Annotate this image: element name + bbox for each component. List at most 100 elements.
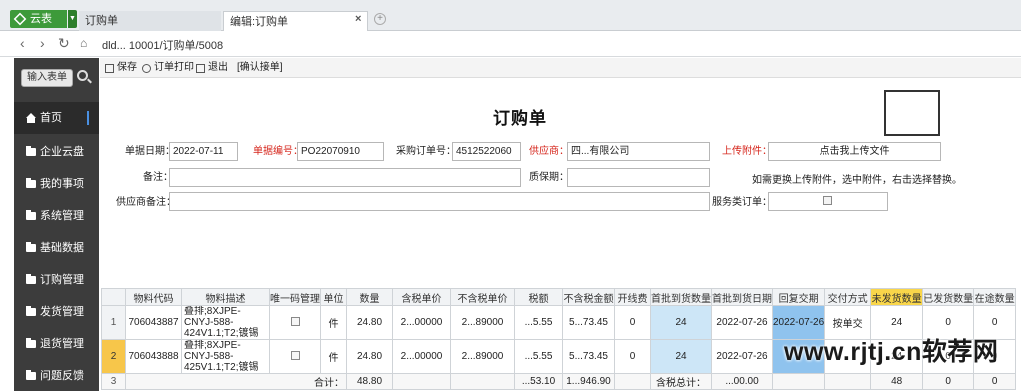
forward-icon[interactable]: › <box>40 35 45 51</box>
sidebar-item-label: 发货管理 <box>40 306 84 318</box>
first-qty-cell[interactable]: 24 <box>650 339 712 374</box>
col-header[interactable]: 唯一码管理 <box>269 288 321 306</box>
close-tab-icon[interactable]: × <box>355 13 361 25</box>
doc-no-field[interactable]: PO22070910 <box>297 142 384 161</box>
col-header[interactable]: 不含税单价 <box>450 288 515 306</box>
first-date-cell[interactable]: 2022-07-26 <box>711 305 773 340</box>
address-bar: ‹ › ↻ ⌂ dld... 10001/订购单/5008 <box>0 31 1021 57</box>
tax-total-label: 含税总计： <box>650 373 712 390</box>
page-title: 订购单 <box>493 109 547 128</box>
amount-notax-cell[interactable]: 5...73.45 <box>562 339 615 374</box>
print-label: 订单打印 <box>154 62 194 73</box>
sidebar-item-label: 企业云盘 <box>40 146 84 158</box>
price-tax-cell[interactable]: 2...00000 <box>392 305 451 340</box>
material-code-cell[interactable]: 706043887 <box>125 305 182 340</box>
col-header[interactable]: 数量 <box>346 288 393 306</box>
tax-cell[interactable]: ...5.55 <box>514 339 563 374</box>
brand-button[interactable]: 云表 <box>10 10 67 28</box>
tab-order-list[interactable]: 订购单 <box>79 11 221 31</box>
confirm-order-button[interactable]: [确认接单] <box>225 61 283 75</box>
supplier-field[interactable]: 四...有限公司 <box>567 142 710 161</box>
form-search-button[interactable]: 输入表单 <box>21 69 73 87</box>
qty-cell[interactable]: 24.80 <box>346 339 393 374</box>
price-notax-cell[interactable]: 2...89000 <box>450 339 515 374</box>
brand-dropdown-icon[interactable]: ▼ <box>68 10 77 28</box>
refresh-icon[interactable]: ↻ <box>58 35 70 51</box>
amount-notax-cell[interactable]: 5...73.45 <box>562 305 615 340</box>
col-header[interactable]: 首批到货日期 <box>711 288 773 306</box>
save-button[interactable]: 保存 <box>105 61 137 75</box>
sidebar-item-label: 问题反馈 <box>40 370 84 382</box>
col-header[interactable]: 含税单价 <box>392 288 451 306</box>
new-tab-icon[interactable]: + <box>374 13 386 25</box>
line-fee-cell[interactable]: 0 <box>614 305 651 340</box>
sidebar-item-base-data[interactable]: 基础数据 <box>14 232 99 264</box>
empty-cell <box>824 373 872 390</box>
first-date-cell[interactable]: 2022-07-26 <box>711 339 773 374</box>
print-order-button[interactable]: 订单打印 <box>142 61 194 75</box>
home-icon <box>26 113 36 123</box>
col-header[interactable]: 单位 <box>320 288 347 306</box>
home-icon[interactable]: ⌂ <box>80 35 87 51</box>
qty-cell[interactable]: 24.80 <box>346 305 393 340</box>
unique-code-cell[interactable] <box>269 339 321 374</box>
tab-edit-order[interactable]: 编辑:订购单 <box>223 11 368 31</box>
sidebar-item-shipping[interactable]: 发货管理 <box>14 296 99 328</box>
row-number[interactable]: 2 <box>101 339 126 374</box>
remark-field[interactable] <box>169 168 521 187</box>
service-order-label: 服务类订单： <box>712 197 772 208</box>
price-tax-cell[interactable]: 2...00000 <box>392 339 451 374</box>
tax-cell[interactable]: ...5.55 <box>514 305 563 340</box>
col-header[interactable]: 开线费 <box>614 288 651 306</box>
address-url[interactable]: dld... 10001/订购单/5008 <box>102 37 223 53</box>
col-header[interactable]: 已发货数量 <box>922 288 975 306</box>
unit-cell[interactable]: 件 <box>320 305 347 340</box>
supplier-label: 供应商： <box>529 146 569 157</box>
empty-cell <box>450 373 515 390</box>
col-header[interactable]: 不含税金额 <box>562 288 615 306</box>
sidebar-item-returns[interactable]: 退货管理 <box>14 328 99 360</box>
unique-code-checkbox[interactable] <box>290 350 300 360</box>
material-desc-cell[interactable]: 叠排;8XJPE-CNYJ-588-425V1.1;T2;镀锡 <box>181 339 270 374</box>
unique-code-cell[interactable] <box>269 305 321 340</box>
total-transit: 0 <box>973 373 1017 390</box>
col-header[interactable]: 物料描述 <box>181 288 270 306</box>
col-header[interactable]: 物料代码 <box>125 288 182 306</box>
attachment-label: 上传附件： <box>722 146 772 157</box>
sidebar-item-feedback[interactable]: 问题反馈 <box>14 360 99 391</box>
upload-file-button[interactable]: 点击我上传文件 <box>768 142 941 161</box>
col-header[interactable]: 在途数量 <box>973 288 1017 306</box>
col-header[interactable]: 未发货数量 <box>870 288 924 306</box>
back-icon[interactable]: ‹ <box>20 35 25 51</box>
browser-tab-bar: 云表 ▼ 订购单 编辑:订购单 × + <box>0 0 1021 31</box>
sidebar-item-system[interactable]: 系统管理 <box>14 200 99 232</box>
line-fee-cell[interactable]: 0 <box>614 339 651 374</box>
col-header[interactable]: 税额 <box>514 288 563 306</box>
price-notax-cell[interactable]: 2...89000 <box>450 305 515 340</box>
folder-icon <box>26 370 36 380</box>
exit-button[interactable]: 退出 <box>196 61 228 75</box>
warranty-field[interactable] <box>567 168 710 187</box>
doc-date-field[interactable]: 2022-07-11 <box>169 142 238 161</box>
material-code-cell[interactable]: 706043888 <box>125 339 182 374</box>
sidebar-item-cloud-disk[interactable]: 企业云盘 <box>14 136 99 168</box>
unique-code-checkbox[interactable] <box>290 316 300 326</box>
warranty-label: 质保期： <box>529 172 569 183</box>
service-order-checkbox[interactable] <box>823 196 832 205</box>
col-header[interactable]: 交付方式 <box>824 288 872 306</box>
folder-icon <box>26 210 36 220</box>
unit-cell[interactable]: 件 <box>320 339 347 374</box>
col-header[interactable]: 回复交期 <box>771 288 826 306</box>
first-qty-cell[interactable]: 24 <box>650 305 712 340</box>
folder-icon <box>26 306 36 316</box>
sidebar-item-purchase[interactable]: 订购管理 <box>14 264 99 296</box>
row-number[interactable]: 1 <box>101 305 126 340</box>
col-header[interactable]: 首批到货数量 <box>650 288 712 306</box>
sidebar-item-my-tasks[interactable]: 我的事项 <box>14 168 99 200</box>
supplier-remark-field[interactable] <box>169 192 710 211</box>
sidebar-item-home[interactable]: 首页 <box>14 102 99 134</box>
material-desc-cell[interactable]: 叠排;8XJPE-CNYJ-588-424V1.1;T2;镀锡 <box>181 305 270 340</box>
search-icon[interactable] <box>77 70 88 81</box>
po-no-field[interactable]: 4512522060 <box>452 142 521 161</box>
toolbar: 保存 订单打印 退出 [确认接单] <box>100 58 1021 78</box>
